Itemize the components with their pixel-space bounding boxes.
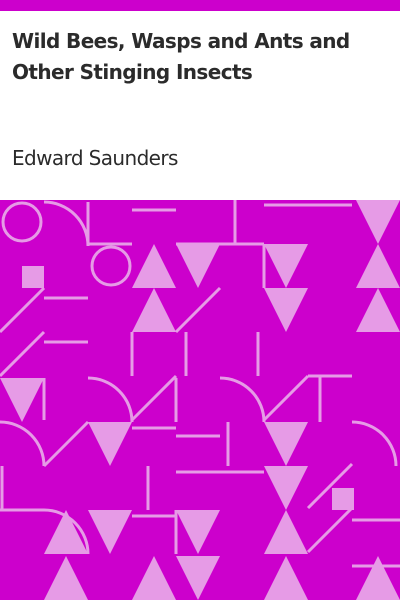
book-title: Wild Bees, Wasps and Ants and Other Stin… — [12, 29, 350, 84]
book-author: Edward Saunders — [12, 146, 178, 170]
cover-pattern — [0, 200, 400, 600]
book-cover: Wild Bees, Wasps and Ants and Other Stin… — [0, 0, 400, 600]
top-color-band — [0, 0, 400, 11]
